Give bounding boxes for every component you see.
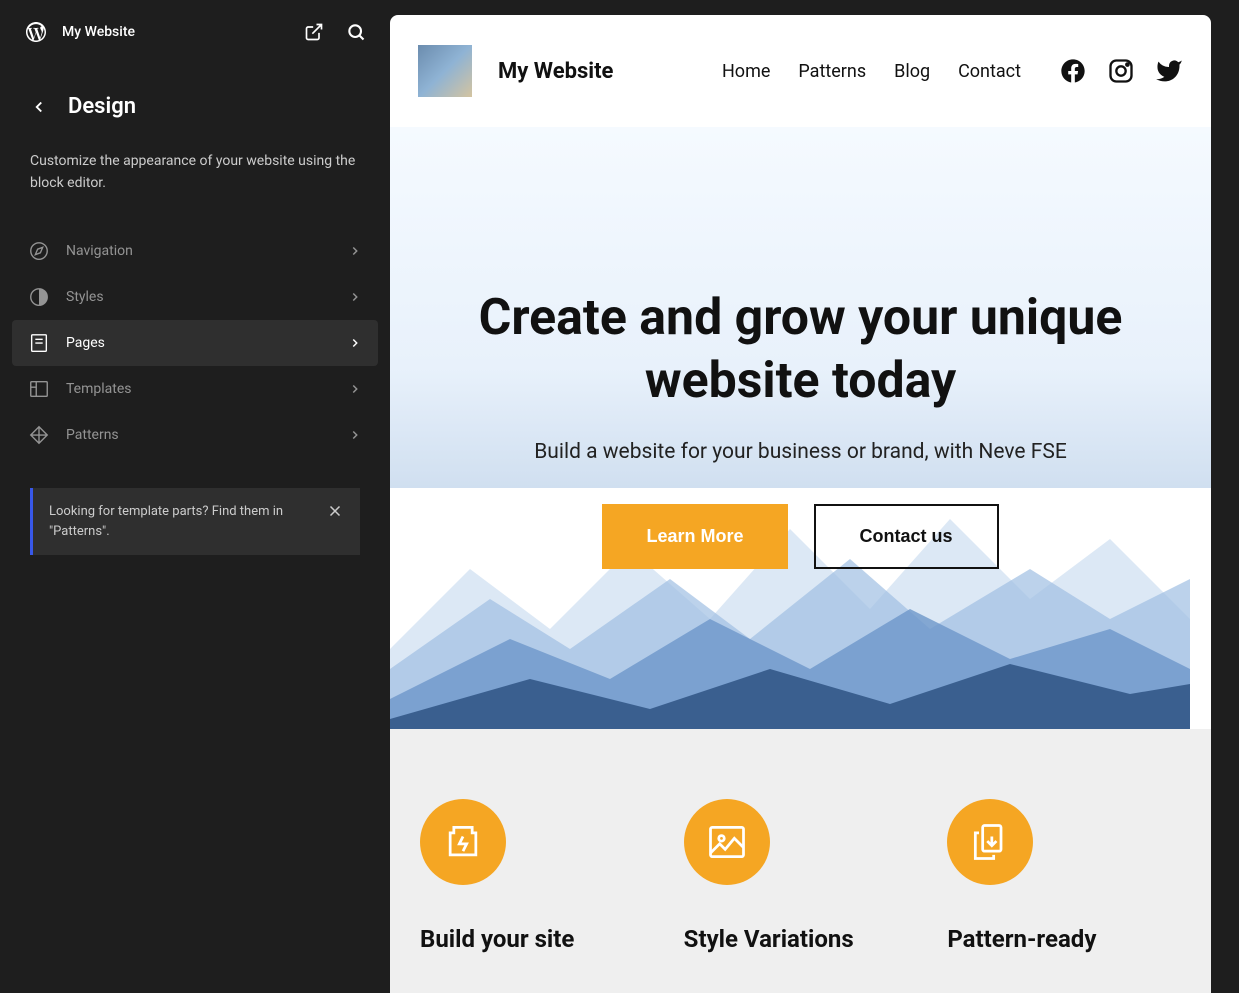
diamond-icon xyxy=(28,424,50,446)
menu-label: Styles xyxy=(66,289,332,305)
contact-us-button[interactable]: Contact us xyxy=(814,504,999,569)
sidebar-item-patterns[interactable]: Patterns xyxy=(12,412,378,458)
chevron-right-icon xyxy=(348,290,362,304)
design-header: Design xyxy=(30,94,360,119)
site-logo[interactable] xyxy=(418,45,472,97)
nav-link-patterns[interactable]: Patterns xyxy=(798,61,866,82)
design-section: Design Customize the appearance of your … xyxy=(0,64,390,208)
site-title[interactable]: My Website xyxy=(498,59,696,84)
menu-label: Templates xyxy=(66,381,332,397)
chevron-right-icon xyxy=(348,428,362,442)
feature-build: Build your site xyxy=(420,799,654,953)
preview-wrap: My Website Home Patterns Blog Contact Cr… xyxy=(390,0,1239,993)
nav-link-contact[interactable]: Contact xyxy=(958,61,1021,82)
chevron-right-icon xyxy=(348,336,362,350)
facebook-icon[interactable] xyxy=(1059,57,1087,85)
layout-icon xyxy=(28,378,50,400)
social-icons xyxy=(1059,57,1183,85)
notice-text: Looking for template parts? Find them in… xyxy=(49,502,314,541)
feature-style: Style Variations xyxy=(684,799,918,953)
chevron-right-icon xyxy=(348,382,362,396)
feature-title: Build your site xyxy=(420,925,654,953)
hero-section: Create and grow your unique website toda… xyxy=(390,127,1211,729)
feature-title: Style Variations xyxy=(684,925,918,953)
sidebar-header: My Website xyxy=(0,0,390,64)
sidebar-item-pages[interactable]: Pages xyxy=(12,320,378,366)
instagram-icon[interactable] xyxy=(1107,57,1135,85)
search-icon[interactable] xyxy=(346,22,366,42)
sidebar-item-navigation[interactable]: Navigation xyxy=(12,228,378,274)
contrast-icon xyxy=(28,286,50,308)
page-icon xyxy=(28,332,50,354)
notice-box: Looking for template parts? Find them in… xyxy=(30,488,360,555)
chevron-right-icon xyxy=(348,244,362,258)
menu-label: Pages xyxy=(66,335,332,351)
wordpress-logo-icon[interactable] xyxy=(24,20,48,44)
back-arrow-icon[interactable] xyxy=(30,98,48,116)
preview-nav: My Website Home Patterns Blog Contact xyxy=(390,15,1211,127)
nav-links: Home Patterns Blog Contact xyxy=(722,61,1021,82)
sidebar-item-templates[interactable]: Templates xyxy=(12,366,378,412)
hero-subtitle: Build a website for your business or bra… xyxy=(430,440,1171,464)
compass-icon xyxy=(28,240,50,262)
feature-pattern: Pattern-ready xyxy=(947,799,1181,953)
battery-icon xyxy=(420,799,506,885)
sidebar: My Website Design Customize the appearan… xyxy=(0,0,390,993)
design-description: Customize the appearance of your website… xyxy=(30,151,360,194)
hero-buttons: Learn More Contact us xyxy=(430,504,1171,569)
menu-label: Navigation xyxy=(66,243,332,259)
features-section: Build your site Style Variations Pattern… xyxy=(390,729,1211,993)
feature-title: Pattern-ready xyxy=(947,925,1181,953)
external-link-icon[interactable] xyxy=(304,22,324,42)
close-icon[interactable] xyxy=(326,502,344,520)
nav-link-blog[interactable]: Blog xyxy=(894,61,930,82)
design-title: Design xyxy=(68,94,136,119)
image-icon xyxy=(684,799,770,885)
copy-icon xyxy=(947,799,1033,885)
menu-list: Navigation Styles Pages Templates Patter… xyxy=(0,208,390,478)
sidebar-item-styles[interactable]: Styles xyxy=(12,274,378,320)
learn-more-button[interactable]: Learn More xyxy=(602,504,787,569)
header-icons xyxy=(304,22,366,42)
menu-label: Patterns xyxy=(66,427,332,443)
hero-title: Create and grow your unique website toda… xyxy=(430,287,1171,412)
site-preview[interactable]: My Website Home Patterns Blog Contact Cr… xyxy=(390,15,1211,993)
twitter-icon[interactable] xyxy=(1155,57,1183,85)
nav-link-home[interactable]: Home xyxy=(722,61,770,82)
site-name[interactable]: My Website xyxy=(62,24,290,40)
